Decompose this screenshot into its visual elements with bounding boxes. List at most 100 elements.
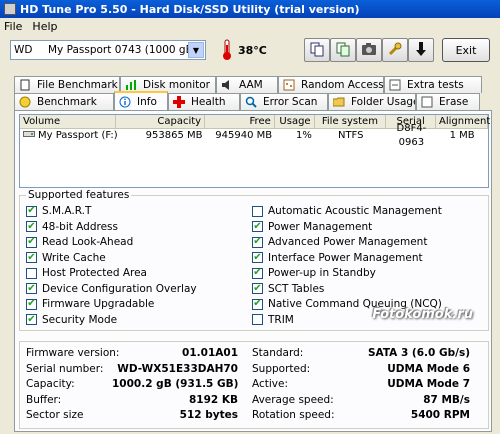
- feature-label: 48-bit Address: [42, 220, 119, 233]
- feature-automatic-acoustic-management[interactable]: Automatic Acoustic Management: [252, 204, 442, 218]
- checkbox-checked[interactable]: ✔: [252, 298, 263, 310]
- menu-file[interactable]: File: [4, 20, 22, 33]
- checkbox-checked[interactable]: ✔: [252, 252, 263, 263]
- copy-info-button[interactable]: [304, 38, 330, 62]
- feature-power-management[interactable]: ✔ Power Management: [252, 220, 372, 234]
- magnifier-icon: [245, 96, 259, 108]
- checkbox-checked[interactable]: ✔: [26, 283, 37, 294]
- checkbox-checked[interactable]: ✔: [26, 205, 37, 217]
- tab-error-scan[interactable]: Error Scan: [240, 93, 328, 110]
- features-title: Supported features: [26, 189, 132, 201]
- info-label: Standard:: [252, 347, 304, 359]
- tab-folder-usage[interactable]: Folder Usage: [328, 93, 416, 110]
- feature-label: Security Mode: [42, 313, 118, 326]
- tab-benchmark[interactable]: Benchmark: [14, 93, 114, 110]
- feature-label: Power-up in Standby: [268, 267, 376, 279]
- col-free[interactable]: Free: [205, 115, 275, 129]
- save-button[interactable]: [408, 38, 434, 62]
- col-alignment[interactable]: Alignment: [436, 115, 490, 129]
- disk-monitor-icon: [125, 79, 139, 91]
- tab-random-access[interactable]: Random Access: [278, 76, 384, 93]
- drive-select[interactable]: WD My Passport 0743 (1000 gB) ▼: [10, 40, 206, 60]
- feature-device-configuration-overlay[interactable]: ✔ Device Configuration Overlay: [26, 282, 197, 296]
- col-volume[interactable]: Volume: [20, 115, 116, 129]
- feature-label: Advanced Power Management: [268, 236, 428, 248]
- tab-extra-tests[interactable]: Extra tests: [384, 76, 482, 93]
- alignment-cell: 1 MB: [449, 130, 475, 141]
- info-value: 01.01A01: [182, 347, 238, 359]
- col-usage[interactable]: Usage: [274, 115, 315, 129]
- checkbox-checked[interactable]: ✔: [26, 298, 37, 310]
- tab-health[interactable]: Health: [168, 93, 240, 110]
- copy-all-button[interactable]: [330, 38, 356, 62]
- checkbox-checked[interactable]: ✔: [26, 236, 37, 248]
- feature-s-m-a-r-t[interactable]: ✔ S.M.A.R.T: [26, 204, 91, 218]
- camera-icon: [361, 42, 377, 59]
- info-row-supported: Supported: UDMA Mode 6: [252, 362, 470, 376]
- info-value: UDMA Mode 7: [387, 378, 470, 390]
- feature-label: S.M.A.R.T: [42, 205, 92, 217]
- tab-label: Info: [137, 95, 157, 108]
- feature-power-up-in-standby[interactable]: ✔ Power-up in Standby: [252, 266, 376, 280]
- feature-interface-power-management[interactable]: ✔ Interface Power Management: [252, 251, 423, 265]
- checkbox-checked[interactable]: ✔: [26, 252, 37, 263]
- wrench-icon: [387, 41, 403, 60]
- info-label: Capacity:: [26, 378, 75, 390]
- drive-letter: WD: [14, 44, 33, 56]
- tab-aam[interactable]: AAM: [216, 76, 278, 93]
- exit-button[interactable]: Exit: [442, 38, 490, 62]
- capacity-cell: 953865 MB: [145, 130, 203, 141]
- tab-row-top: File Benchmark Disk monitor AAM Random A…: [14, 76, 482, 93]
- chevron-down-icon[interactable]: ▼: [188, 42, 204, 58]
- feature-label: Power Management: [268, 220, 373, 233]
- health-cross-icon: [173, 96, 187, 108]
- thermometer-icon: [220, 39, 234, 61]
- drive-info-group: Firmware version: 01.01A01 Serial number: W…: [19, 341, 489, 429]
- checkbox-checked[interactable]: ✔: [252, 267, 263, 279]
- feature-48-bit-address[interactable]: ✔ 48-bit Address: [26, 220, 118, 234]
- temperature-readout: 38°C: [238, 44, 267, 57]
- options-button[interactable]: [382, 38, 408, 62]
- tab-file-benchmark[interactable]: File Benchmark: [14, 76, 120, 93]
- feature-label: SCT Tables: [268, 282, 325, 295]
- checkbox-unchecked[interactable]: [252, 205, 263, 217]
- feature-read-look-ahead[interactable]: ✔ Read Look-Ahead: [26, 235, 133, 249]
- checkbox-unchecked[interactable]: [252, 314, 263, 325]
- info-value: 512 bytes: [179, 409, 238, 421]
- col-capacity[interactable]: Capacity: [115, 115, 206, 129]
- feature-label: Firmware Upgradable: [42, 298, 155, 310]
- info-panel: Volume Capacity Free Usage File system S…: [14, 110, 492, 432]
- screenshot-button[interactable]: [356, 38, 382, 62]
- folder-icon: [332, 96, 347, 108]
- feature-sct-tables[interactable]: ✔ SCT Tables: [252, 282, 324, 296]
- info-value: SATA 3 (6.0 Gb/s): [367, 347, 470, 359]
- menu-help[interactable]: Help: [32, 20, 57, 33]
- tab-erase[interactable]: Erase: [416, 93, 480, 110]
- feature-host-protected-area[interactable]: Host Protected Area: [26, 266, 147, 280]
- checkbox-unchecked[interactable]: [26, 267, 37, 279]
- feature-trim[interactable]: TRIM: [252, 313, 294, 327]
- volume-cell: My Passport (F:): [20, 129, 118, 143]
- feature-write-cache[interactable]: ✔ Write Cache: [26, 251, 106, 265]
- checkbox-checked[interactable]: ✔: [252, 236, 263, 248]
- feature-advanced-power-management[interactable]: ✔ Advanced Power Management: [252, 235, 427, 249]
- tab-label: Extra tests: [407, 79, 464, 91]
- checkbox-checked[interactable]: ✔: [26, 314, 37, 325]
- feature-firmware-upgradable[interactable]: ✔ Firmware Upgradable: [26, 297, 154, 311]
- info-value: 5400 RPM: [410, 409, 470, 421]
- table-row[interactable]: My Passport (F:) 953865 MB 945940 MB 1% …: [20, 123, 488, 148]
- info-label: Average speed:: [252, 393, 334, 406]
- info-value: 1000.2 gB (931.5 GB): [112, 378, 239, 390]
- tab-label: Health: [191, 96, 226, 108]
- tab-label: Error Scan: [263, 96, 318, 108]
- col-file-system[interactable]: File system: [314, 115, 387, 129]
- feature-security-mode[interactable]: ✔ Security Mode: [26, 313, 117, 327]
- checkbox-checked[interactable]: ✔: [252, 283, 263, 294]
- toolbar: WD My Passport 0743 (1000 gB) ▼ 38°C Exi…: [0, 35, 500, 68]
- tab-label: Random Access: [301, 79, 384, 91]
- tab-info[interactable]: Info: [114, 91, 168, 110]
- checkbox-checked[interactable]: ✔: [252, 221, 263, 232]
- info-icon: [119, 96, 133, 108]
- checkbox-checked[interactable]: ✔: [26, 221, 37, 232]
- tab-label: Disk monitor: [143, 79, 210, 91]
